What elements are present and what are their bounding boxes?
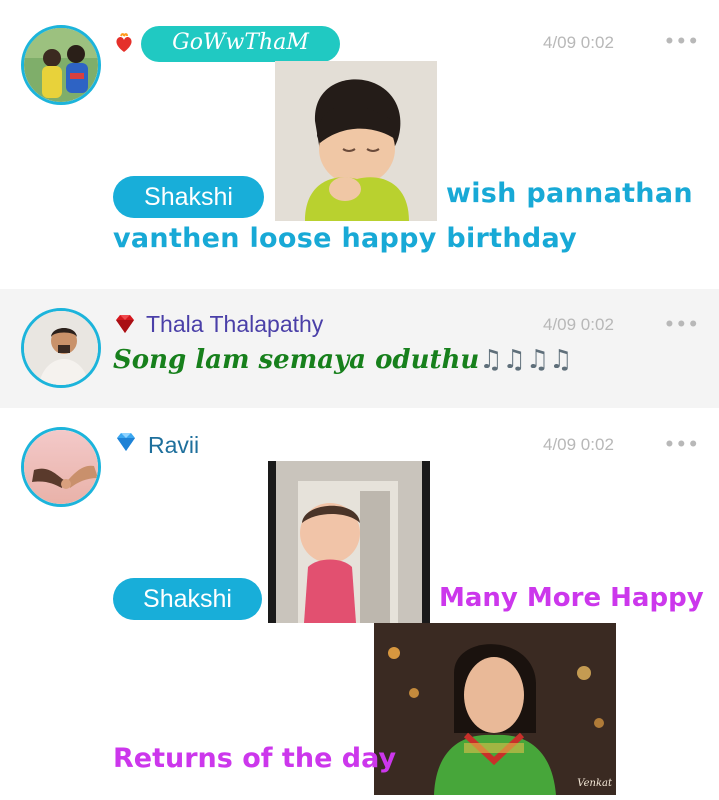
blue-diamond-icon [115,432,137,454]
sticker-gif-baby[interactable] [268,461,430,623]
mention-chip[interactable]: Shakshi [113,176,264,218]
comment-post-1: GoWwThaM 4/09 0:02 ••• Shakshi wish pann… [0,0,719,284]
more-options-icon[interactable]: ••• [664,315,700,335]
message-text-line2: Returns of the day [113,743,397,774]
music-notes-icon: ♫♫♫♫ [479,345,573,375]
message-text-line1: Many More Happy [439,583,704,613]
sticker-gif-woman[interactable]: Venkat [374,623,616,795]
username: GoWwThaM [172,30,309,55]
mention-chip[interactable]: Shakshi [113,578,262,620]
timestamp: 4/09 0:02 [543,33,614,52]
sticker-gif[interactable] [275,61,437,221]
username-pill[interactable]: GoWwThaM [141,26,340,62]
timestamp: 4/09 0:02 [543,315,614,334]
flaming-heart-icon [113,32,135,54]
message-text-line1: wish pannathan [446,178,693,209]
comment-post-3: Ravii 4/09 0:02 ••• Shakshi Many More Ha… [0,410,719,800]
timestamp: 4/09 0:02 [543,435,614,454]
avatar[interactable] [21,25,101,105]
more-options-icon[interactable]: ••• [664,435,700,455]
message-text: Song lam semaya oduthu♫♫♫♫ [113,345,573,375]
watermark: Venkat [577,778,612,789]
message-text-line2: vanthen loose happy birthday [113,223,578,254]
red-gem-icon [113,313,135,335]
avatar[interactable] [21,427,101,507]
username[interactable]: Ravii [148,432,199,459]
comment-post-2: Thala Thalapathy 4/09 0:02 ••• Song lam … [0,289,719,408]
avatar[interactable] [21,308,101,388]
more-options-icon[interactable]: ••• [664,32,700,52]
username[interactable]: Thala Thalapathy [146,311,323,338]
